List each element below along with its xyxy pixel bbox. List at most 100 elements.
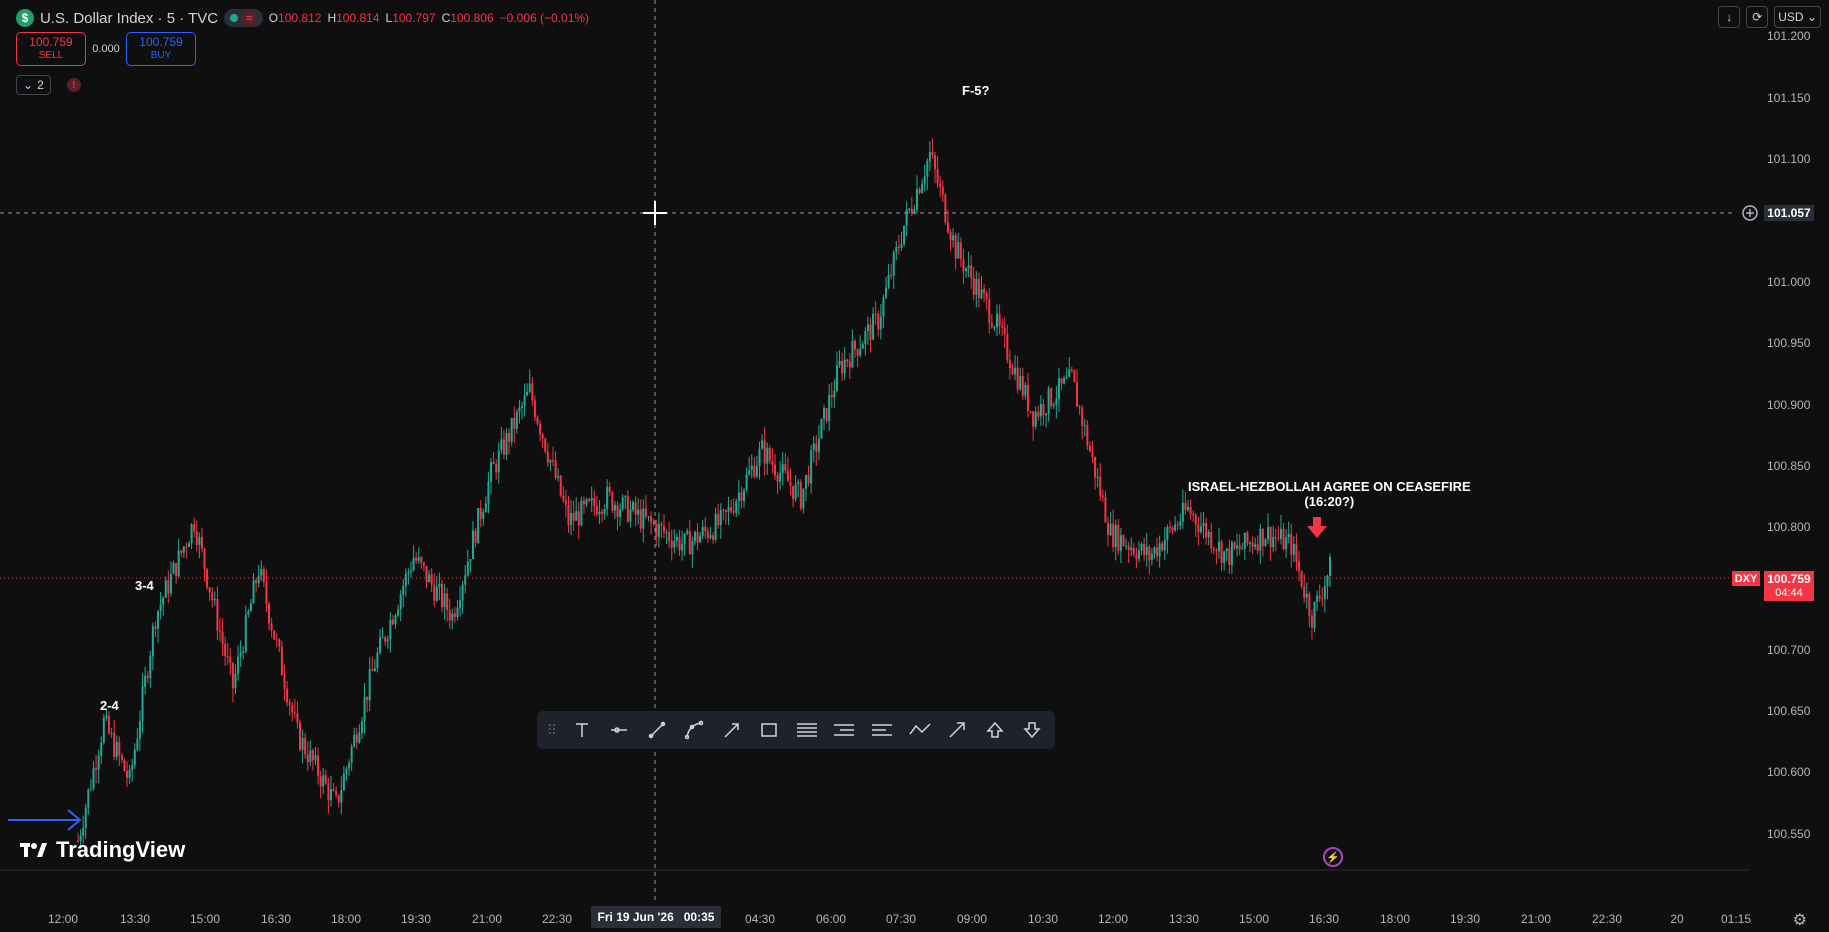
chart-area[interactable] [0,0,1829,932]
candle-body [1001,326,1004,328]
candle-body [399,594,402,610]
candle-body [642,508,645,529]
candlestick-chart[interactable] [0,0,1829,932]
candle-body [175,563,178,577]
candle-body [1241,548,1244,550]
candle-body [247,611,250,615]
open-value: 100.812 [278,11,322,25]
candle-body [149,656,152,678]
text-icon[interactable] [565,715,599,745]
lightning-icon[interactable]: ⚡ [1323,847,1343,867]
time-axis-label: 09:00 [956,912,988,926]
candle-body [810,450,813,484]
candle-body [1145,546,1148,556]
candle-body [593,497,596,507]
candle-body [415,557,418,561]
buy-button[interactable]: 100.759 BUY [126,32,196,66]
candle-body [657,523,660,537]
gear-icon[interactable]: ⚙ [1793,910,1807,930]
currency-select[interactable]: USD ⌄ [1774,6,1821,28]
candle-body [366,696,369,701]
symbol-title[interactable]: U.S. Dollar Index · 5 · TVC [40,10,218,27]
candle-body [1217,541,1220,552]
candle-body [404,573,407,587]
time-axis-label: 12:00 [47,912,79,926]
candle-body [696,531,699,543]
arrow-down-icon[interactable] [1016,715,1050,745]
candle-body [748,470,751,475]
candle-body [482,512,485,519]
annotation-level-34[interactable]: 3-4 [135,578,154,593]
candle-body [1081,407,1084,427]
candle-body [724,510,727,512]
long-position-icon[interactable] [828,715,862,745]
trend-line-icon[interactable] [640,715,674,745]
candle-body [1313,601,1316,628]
candle-body [440,584,443,608]
candle-body [324,775,327,784]
annotation-level-24[interactable]: 2-4 [100,698,119,713]
candle-body [438,584,441,587]
candle-body [934,155,937,170]
candle-body [1318,595,1321,599]
candle-body [670,540,673,548]
candle-body [717,513,720,525]
time-axis-label: 10:30 [1027,912,1059,926]
candle-body [533,400,536,418]
candle-body [490,462,493,482]
candle-body [402,586,405,595]
annotation-peak[interactable]: F-5? [962,83,989,98]
candle-body [293,712,296,714]
candle-body [686,530,689,534]
candle-body [169,573,172,594]
download-icon[interactable]: ↓ [1718,6,1741,28]
candle-body [967,265,970,269]
candle-body [89,788,92,790]
candle-body [1057,378,1060,400]
candle-body [118,741,121,756]
polyline-icon[interactable] [903,715,937,745]
candle-body [262,568,265,583]
arrow-up-icon[interactable] [978,715,1012,745]
close-label: C [441,11,451,25]
time-axis-label: 19:30 [1449,912,1481,926]
candle-body [908,208,911,210]
horizontal-ray-icon[interactable] [602,715,636,745]
candle-body [629,509,632,522]
candle-body [750,465,753,471]
candle-body [823,408,826,419]
arrow-marker-icon[interactable] [715,715,749,745]
candle-body [1060,378,1063,384]
candle-body [655,524,658,537]
tradingview-logo: TradingView [20,837,185,863]
candle-body [283,675,286,689]
refresh-icon[interactable]: ⟳ [1746,6,1769,28]
market-status-pill[interactable]: ≈ [224,9,263,27]
candle-body [144,675,147,687]
arrow-icon[interactable] [940,715,974,745]
candle-body [807,475,810,484]
drag-handle-icon[interactable]: ⠿ [543,722,561,739]
indicators-toggle[interactable]: ⌄ 2 [16,75,51,95]
buy-label: BUY [150,50,172,61]
rectangle-icon[interactable] [753,715,787,745]
high-value: 100.814 [336,11,380,25]
candle-body [1168,527,1171,529]
market-open-icon [230,14,239,22]
candle-body [557,475,560,478]
short-position-icon[interactable] [865,715,899,745]
candle-body [1132,547,1135,555]
candle-body [115,741,118,758]
candle-body [234,673,237,689]
alert-icon[interactable]: ! [66,78,81,92]
candle-body [887,274,890,288]
candle-body [1052,404,1055,407]
candle-body [461,584,464,601]
fib-retracement-icon[interactable] [790,715,824,745]
candle-body [582,500,585,505]
price-axis-label: 101.000 [1767,275,1811,289]
annotation-news[interactable]: ISRAEL-HEZBOLLAH AGREE ON CEASEFIRE (16:… [1188,479,1471,509]
sell-button[interactable]: 100.759 SELL [16,32,86,66]
path-icon[interactable] [677,715,711,745]
price-axis-label: 101.100 [1767,152,1811,166]
